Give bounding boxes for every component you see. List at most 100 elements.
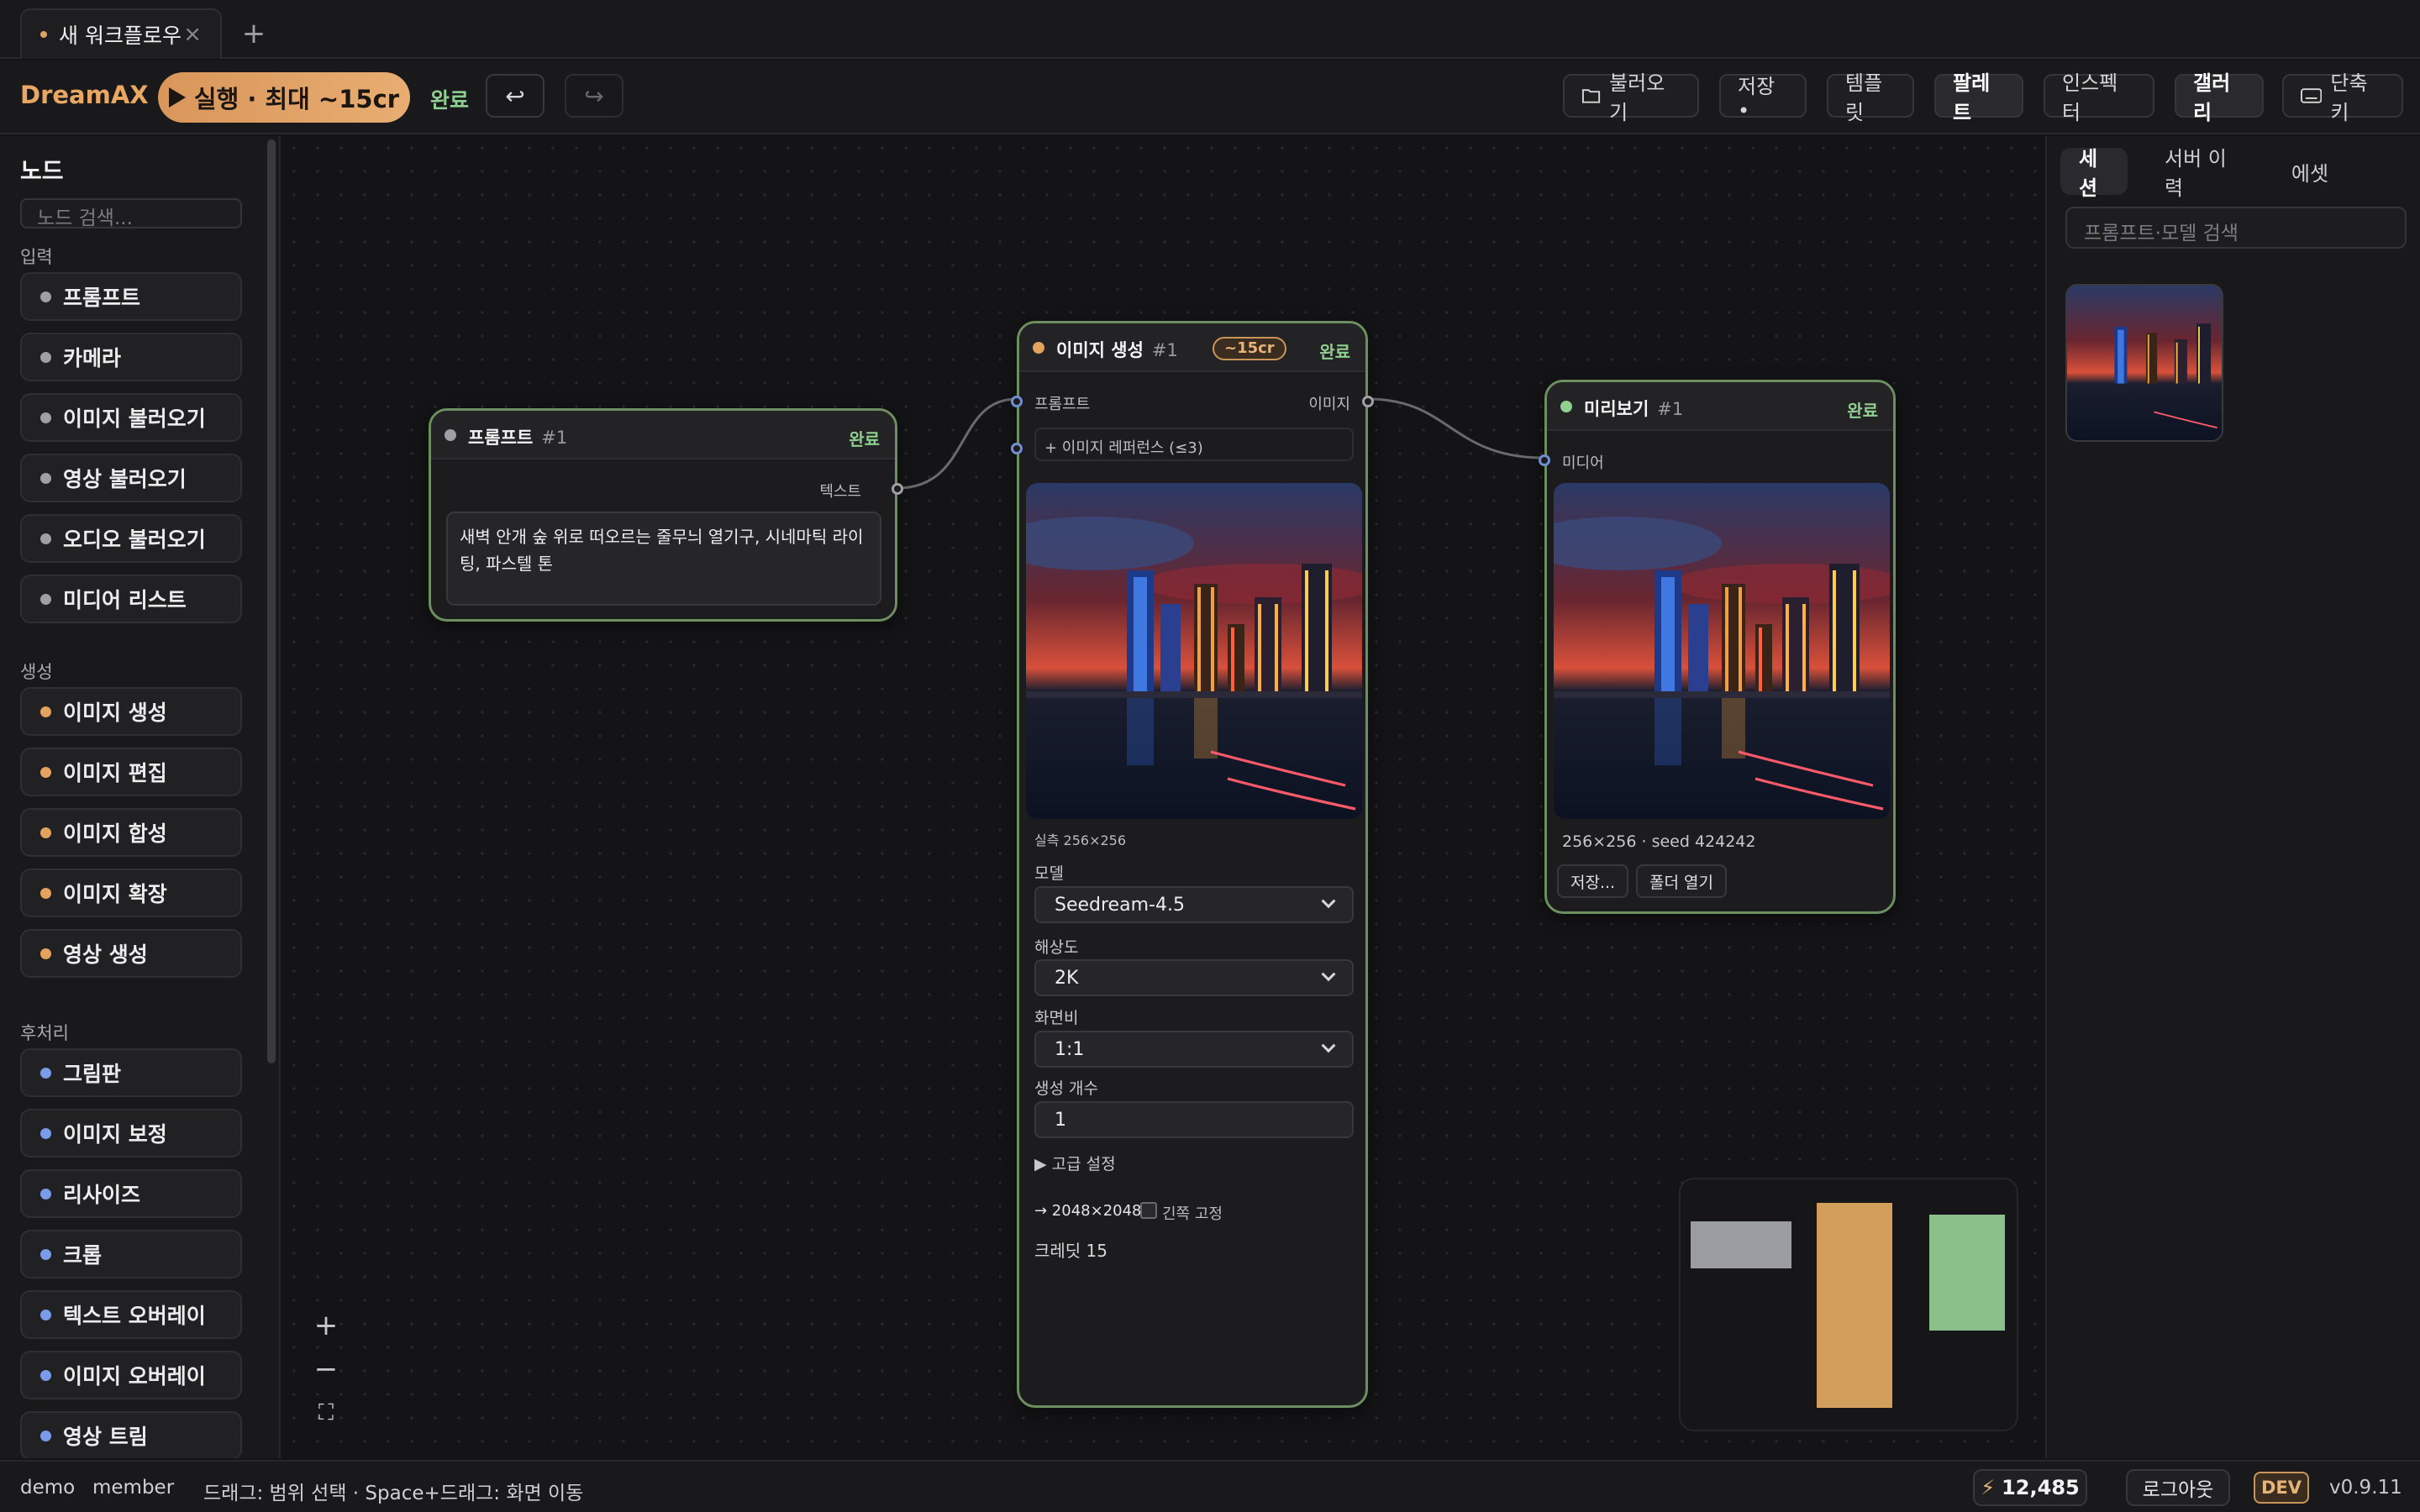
image-reference-slot[interactable]: + 이미지 레퍼런스 (≤3)	[1034, 428, 1354, 461]
node-type-dot-icon	[40, 351, 51, 363]
resolution-select[interactable]: 2K	[1034, 959, 1354, 996]
resolution-value: 2K	[1055, 967, 1079, 989]
reference-input-port[interactable]	[1011, 443, 1023, 454]
undo-button[interactable]: ↩	[486, 74, 544, 118]
sidebar-node-item[interactable]: 영상 트림	[20, 1411, 242, 1458]
gallery-thumbnail[interactable]	[2065, 284, 2223, 442]
sidebar-node-label: 이미지 확장	[63, 882, 167, 906]
prompt-node-header[interactable]: 프롬프트 #1 완료	[431, 411, 895, 459]
minimap-prompt-node	[1691, 1221, 1791, 1268]
save-image-button[interactable]: 저장...	[1557, 864, 1629, 898]
node-type-dot-icon	[40, 593, 51, 605]
template-button[interactable]: 템플릿	[1827, 71, 1914, 124]
image-generate-title: 이미지 생성 #1	[1056, 337, 1178, 362]
node-type-dot-icon	[40, 1127, 51, 1139]
prompt-node-id: #1	[541, 428, 568, 448]
load-button[interactable]: 불러오기	[1563, 71, 1699, 124]
sidebar-node-item[interactable]: 프롬프트	[20, 272, 242, 321]
lock-ratio-checkbox[interactable]	[1140, 1202, 1157, 1219]
run-button[interactable]: 실행 · 최대 ~15cr	[158, 72, 410, 123]
unsaved-dot-icon	[40, 31, 47, 38]
zoom-in-button[interactable]: +	[304, 1304, 348, 1347]
chevron-down-icon	[1321, 894, 1336, 909]
chevron-down-icon	[1321, 967, 1336, 982]
folder-icon	[1581, 89, 1601, 103]
undo-icon: ↩	[505, 81, 525, 110]
prompt-textarea[interactable]: 새벽 안개 숲 위로 떠오르는 줄무늬 열기구, 시네마틱 라이팅, 파스텔 톤	[446, 512, 881, 606]
save-button[interactable]: 저장 •	[1719, 74, 1807, 123]
image-generate-node-header[interactable]: 이미지 생성 #1 ~15cr 완료	[1019, 323, 1365, 372]
preview-id: #1	[1657, 399, 1684, 419]
sidebar-node-item[interactable]: 이미지 확장	[20, 869, 242, 917]
prompt-input-port[interactable]	[1011, 396, 1023, 407]
sidebar-node-item[interactable]: 카메라	[20, 333, 242, 381]
preview-node-header[interactable]: 미리보기 #1 완료	[1547, 382, 1893, 431]
prompt-node[interactable]: 프롬프트 #1 완료 텍스트 새벽 안개 숲 위로 떠오르는 줄무늬 열기구, 시…	[429, 408, 903, 622]
tab-session[interactable]: 세션	[2060, 147, 2128, 200]
workflow-tab[interactable]: 새 워크플로우 ×	[20, 8, 222, 59]
new-tab-button[interactable]: +	[239, 15, 269, 52]
tab-server-history[interactable]: 서버 이력	[2146, 147, 2257, 200]
aspect-select[interactable]: 1:1	[1034, 1031, 1354, 1068]
model-value: Seedream-4.5	[1055, 894, 1185, 916]
logout-button[interactable]: 로그아웃	[2126, 1469, 2230, 1506]
city-night-image	[1026, 483, 1362, 819]
sidebar-node-item[interactable]: 그림판	[20, 1048, 242, 1097]
sidebar-node-item[interactable]: 이미지 생성	[20, 687, 242, 736]
close-tab-icon[interactable]: ×	[183, 22, 202, 47]
model-select[interactable]: Seedream-4.5	[1034, 886, 1354, 923]
node-type-dot-icon	[40, 533, 51, 544]
sidebar-node-item[interactable]: 영상 생성	[20, 929, 242, 978]
sidebar-node-item[interactable]: 이미지 오버레이	[20, 1351, 242, 1399]
sidebar-node-label: 리사이즈	[63, 1183, 141, 1207]
status-bar: demo member 드래그: 범위 선택 · Space+드래그: 화면 이…	[0, 1460, 2420, 1512]
sidebar-group-label: 후처리	[20, 1023, 69, 1043]
open-folder-button[interactable]: 폴더 열기	[1636, 864, 1727, 898]
image-generate-node[interactable]: 이미지 생성 #1 ~15cr 완료 프롬프트 이미지 + 이미지 레퍼런스 (≤…	[1011, 321, 1374, 1408]
sidebar-node-item[interactable]: 영상 불러오기	[20, 454, 242, 502]
media-input-port[interactable]	[1539, 454, 1550, 466]
palette-button[interactable]: 팔레트	[1934, 71, 2023, 124]
lightning-icon: ⚡	[1981, 1476, 1996, 1499]
fit-view-button[interactable]: ⛶	[304, 1391, 348, 1435]
media-input-label: 미디어	[1562, 454, 1604, 472]
count-input[interactable]: 1	[1034, 1101, 1354, 1138]
sidebar-node-item[interactable]: 이미지 편집	[20, 748, 242, 796]
gallery-panel: 세션 서버 이력 에셋 프롬프트·모델 검색	[2045, 136, 2420, 1458]
sidebar-node-item[interactable]: 미디어 리스트	[20, 575, 242, 623]
count-value: 1	[1055, 1109, 1066, 1131]
node-type-dot-icon	[40, 1309, 51, 1320]
workflow-canvas[interactable]: 프롬프트 #1 완료 텍스트 새벽 안개 숲 위로 떠오르는 줄무늬 열기구, 시…	[282, 136, 2044, 1458]
node-search-input[interactable]: 노드 검색...	[20, 198, 242, 229]
advanced-settings-toggle[interactable]: ▶ 고급 설정	[1034, 1152, 1116, 1174]
workflow-tab-label: 새 워크플로우	[59, 24, 182, 48]
shortcuts-button[interactable]: 단축키	[2282, 71, 2403, 124]
node-type-dot-icon	[40, 472, 51, 484]
minimap[interactable]	[1679, 1178, 2018, 1431]
sidebar-node-item[interactable]: 오디오 불러오기	[20, 514, 242, 563]
prompt-node-state: 완료	[849, 429, 880, 449]
zoom-out-button[interactable]: −	[304, 1347, 348, 1391]
inspector-button[interactable]: 인스펙터	[2044, 71, 2154, 124]
preview-status-dot	[1560, 401, 1572, 412]
preview-name: 미리보기	[1584, 399, 1649, 419]
tab-strip: 새 워크플로우 × +	[0, 0, 2420, 59]
node-type-dot-icon	[40, 412, 51, 423]
gallery-button[interactable]: 갤러리	[2175, 71, 2264, 124]
sidebar-node-item[interactable]: 이미지 보정	[20, 1109, 242, 1158]
node-type-dot-icon	[40, 1248, 51, 1260]
sidebar-node-item[interactable]: 리사이즈	[20, 1169, 242, 1218]
sidebar-node-item[interactable]: 이미지 불러오기	[20, 393, 242, 442]
sidebar-node-item[interactable]: 텍스트 오버레이	[20, 1290, 242, 1339]
sidebar-node-item[interactable]: 크롭	[20, 1230, 242, 1278]
redo-button[interactable]: ↪	[565, 74, 623, 118]
image-output-port[interactable]	[1362, 396, 1374, 407]
sidebar-scrollbar[interactable]	[267, 139, 276, 1063]
preview-node[interactable]: 미리보기 #1 완료 미디어 256×256 · seed 424242 저장.…	[1539, 380, 1896, 914]
prompt-output-port[interactable]	[892, 483, 903, 495]
aspect-label: 화면비	[1034, 1009, 1079, 1027]
gallery-search-input[interactable]: 프롬프트·모델 검색	[2065, 207, 2407, 249]
tab-assets[interactable]: 에셋	[2270, 148, 2349, 195]
sidebar-node-item[interactable]: 이미지 합성	[20, 808, 242, 857]
minimap-generate-node	[1817, 1203, 1892, 1408]
